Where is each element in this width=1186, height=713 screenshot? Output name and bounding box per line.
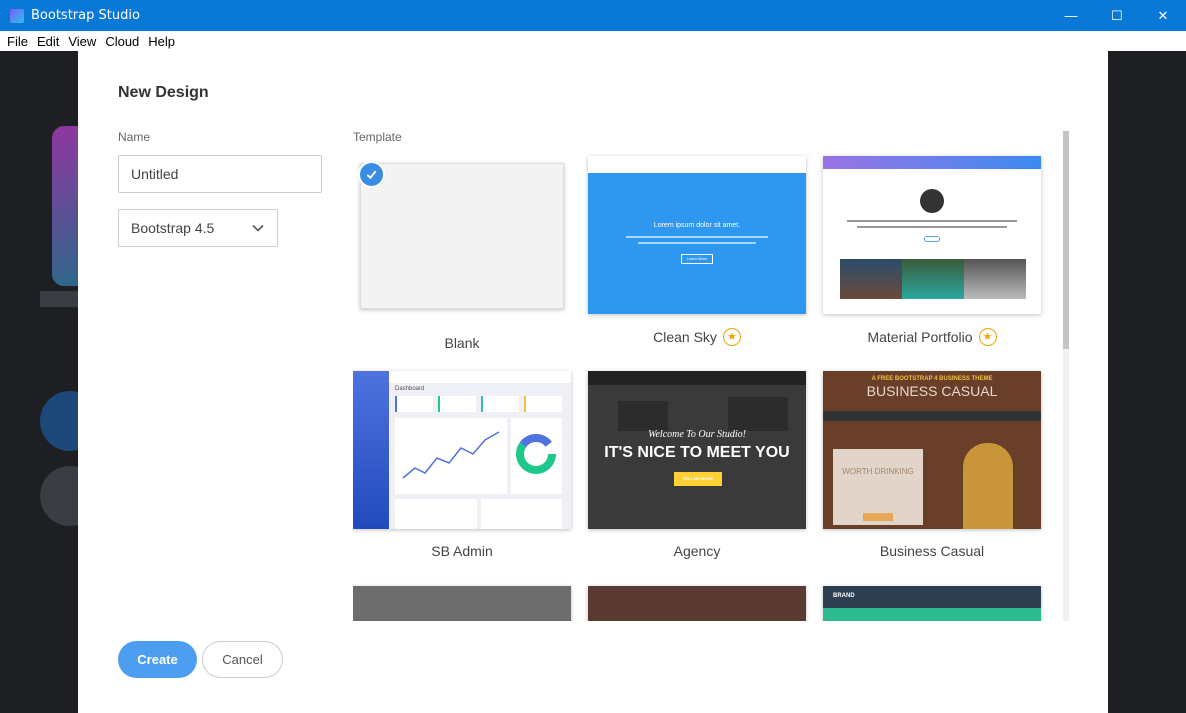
- scrollbar-thumb[interactable]: [1063, 131, 1069, 349]
- menu-cloud[interactable]: Cloud: [105, 34, 139, 49]
- template-label-sb-admin: SB Admin: [431, 543, 493, 559]
- avatar: [920, 189, 944, 213]
- template-card-business-casual[interactable]: A FREE BOOTSTRAP 4 BUSINESS THEME BUSINE…: [823, 371, 1041, 559]
- template-card-partial[interactable]: [353, 586, 571, 621]
- background-decor: [40, 391, 78, 451]
- template-thumbnail: [588, 586, 806, 621]
- template-card-blank[interactable]: Blank: [358, 161, 578, 351]
- dialog-title: New Design: [118, 84, 209, 101]
- thumb-card-title: WORTH DRINKING: [842, 467, 914, 476]
- thumb-tagline: A FREE BOOTSTRAP 4 BUSINESS THEME: [871, 376, 993, 382]
- chevron-down-icon: [252, 224, 264, 232]
- template-thumbnail: Welcome To Our Studio! IT'S NICE TO MEET…: [588, 371, 806, 529]
- template-thumbnail: [353, 586, 571, 621]
- template-label-blank: Blank: [444, 335, 480, 351]
- menu-help[interactable]: Help: [148, 34, 175, 49]
- maximize-button[interactable]: ☐: [1094, 0, 1140, 31]
- thumb-title: BUSINESS CASUAL: [866, 383, 998, 399]
- thumb-button: TELL ME MORE: [674, 472, 722, 486]
- template-card-sb-admin[interactable]: Dashboard SB Admin: [353, 371, 571, 559]
- menu-edit[interactable]: Edit: [37, 34, 59, 49]
- template-card-partial[interactable]: [588, 586, 806, 621]
- thumb-headline: IT'S NICE TO MEET YOU: [604, 444, 790, 461]
- template-thumbnail: Lorem ipsum dolor sit amet. Learn More: [588, 156, 806, 314]
- title-bar: Bootstrap Studio — ☐ ✕: [0, 0, 1186, 31]
- template-grid: Blank Lorem ipsum dolor sit amet. Learn …: [353, 151, 1059, 621]
- thumb-brand: BRAND: [833, 593, 855, 599]
- template-thumbnail: A FREE BOOTSTRAP 4 BUSINESS THEME BUSINE…: [823, 371, 1041, 529]
- thumb-welcome: Welcome To Our Studio!: [648, 429, 746, 440]
- menu-bar: File Edit View Cloud Help: [0, 31, 1186, 51]
- template-label-material-portfolio: Material Portfolio ★: [823, 328, 1041, 346]
- name-label: Name: [118, 130, 151, 144]
- background-decor: [40, 291, 78, 307]
- close-button[interactable]: ✕: [1140, 0, 1186, 31]
- template-thumbnail: BRAND: [823, 586, 1041, 621]
- menu-file[interactable]: File: [7, 34, 28, 49]
- thumb-title: Dashboard: [395, 386, 425, 392]
- framework-select[interactable]: Bootstrap 4.5: [118, 209, 278, 247]
- template-thumbnail: [360, 163, 564, 309]
- template-card-material-portfolio[interactable]: Material Portfolio ★: [823, 156, 1041, 346]
- thumb-headline: Lorem ipsum dolor sit amet.: [653, 222, 741, 229]
- template-label: Template: [353, 130, 402, 144]
- window-controls: — ☐ ✕: [1048, 0, 1186, 31]
- template-scrollbar[interactable]: [1063, 131, 1069, 621]
- template-label-business-casual: Business Casual: [879, 543, 985, 559]
- menu-view[interactable]: View: [68, 34, 96, 49]
- background-decor: [40, 466, 78, 526]
- template-thumbnail: [823, 156, 1041, 314]
- minimize-button[interactable]: —: [1048, 0, 1094, 31]
- app-logo-icon: [10, 8, 24, 23]
- template-card-clean-sky[interactable]: Lorem ipsum dolor sit amet. Learn More C…: [588, 156, 806, 346]
- template-label-clean-sky: Clean Sky ★: [588, 328, 806, 346]
- create-button[interactable]: Create: [118, 641, 197, 678]
- premium-star-icon: ★: [722, 328, 741, 346]
- background-app-left: [0, 51, 78, 713]
- framework-value: Bootstrap 4.5: [131, 220, 215, 236]
- thumb-button: Learn More: [681, 254, 713, 264]
- selected-check-icon: [358, 161, 385, 188]
- template-thumbnail: Dashboard: [353, 371, 571, 529]
- template-card-agency[interactable]: Welcome To Our Studio! IT'S NICE TO MEET…: [588, 371, 806, 559]
- name-input[interactable]: [118, 155, 322, 193]
- background-app-right: [1108, 51, 1186, 713]
- template-label-agency: Agency: [673, 543, 721, 559]
- cancel-button[interactable]: Cancel: [202, 641, 283, 678]
- background-decor: [52, 126, 78, 286]
- new-design-dialog: New Design Name Bootstrap 4.5 Template B…: [78, 51, 1108, 713]
- premium-star-icon: ★: [978, 328, 997, 346]
- window-title: Bootstrap Studio: [31, 8, 140, 23]
- template-card-partial[interactable]: BRAND: [823, 586, 1041, 621]
